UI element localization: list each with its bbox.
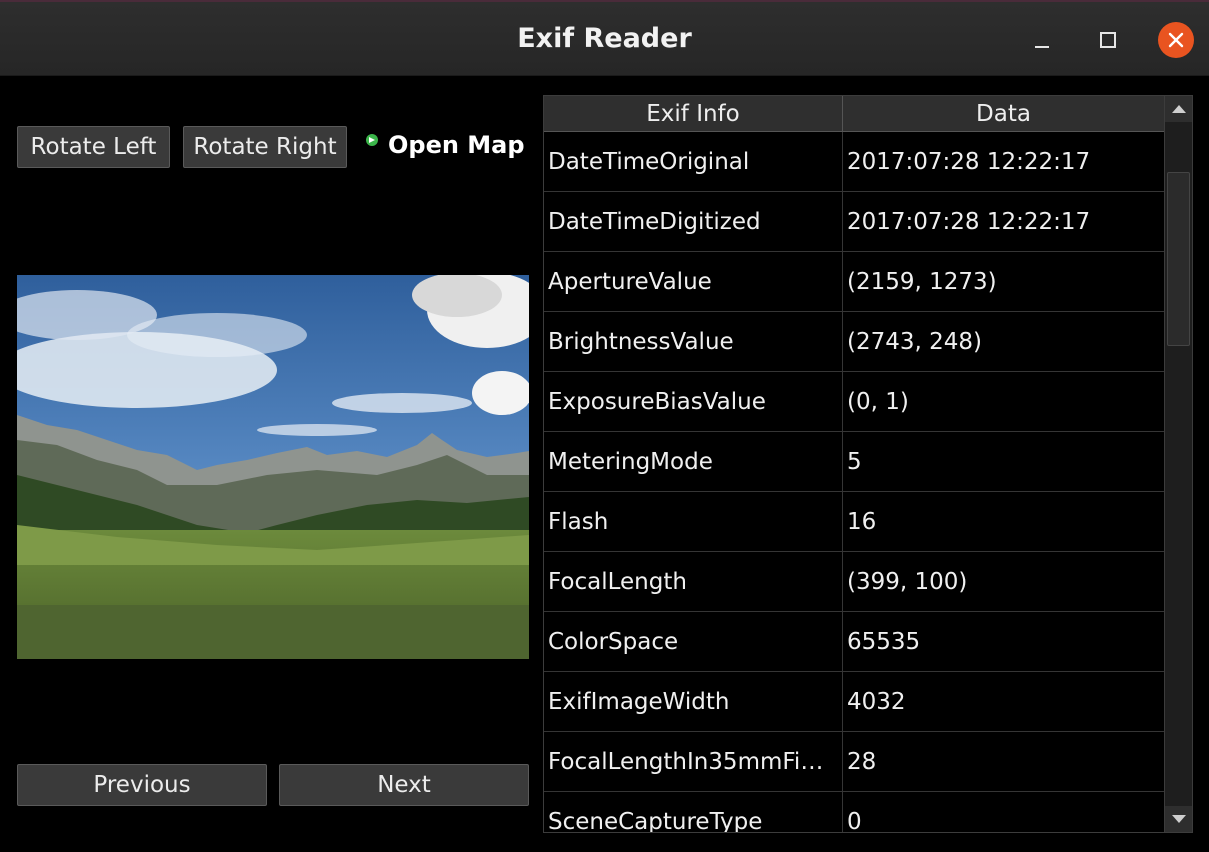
close-icon [1168,32,1184,48]
exif-key-cell: ExposureBiasValue [544,372,843,431]
table-body: DateTimeOriginal 2017:07:28 12:22:17 Dat… [544,132,1164,833]
exif-value-cell: 2017:07:28 12:22:17 [847,208,1091,235]
rotate-left-button[interactable]: Rotate Left [17,126,170,168]
table-row[interactable]: BrightnessValue (2743, 248) [544,312,1164,372]
exif-key-cell: SceneCaptureType [544,792,843,832]
exif-table[interactable]: Exif Info Data DateTimeOriginal 2017:07:… [543,95,1193,833]
exif-value-cell: (2743, 248) [847,328,983,355]
photo-preview [17,275,529,659]
exif-value-cell: 2017:07:28 12:22:17 [847,148,1091,175]
exif-key-cell: FocalLengthIn35mmFi… [544,732,843,791]
close-button[interactable] [1158,22,1194,58]
table-row[interactable]: FocalLengthIn35mmFi… 28 [544,732,1164,792]
scrollbar-thumb[interactable] [1167,172,1190,346]
maximize-button[interactable] [1090,22,1126,58]
scroll-up-button[interactable] [1165,96,1192,122]
exif-key-cell: DateTimeDigitized [544,192,843,251]
exif-value-cell: 5 [847,448,862,475]
scroll-down-button[interactable] [1165,806,1192,832]
exif-key-cell: FocalLength [544,552,843,611]
exif-value-cell: 16 [847,508,877,535]
exif-key-cell: ColorSpace [544,612,843,671]
table-row[interactable]: MeteringMode 5 [544,432,1164,492]
exif-key-cell: MeteringMode [544,432,843,491]
exif-value-cell: 65535 [847,628,921,655]
exif-key-cell: ApertureValue [544,252,843,311]
exif-value-cell: 28 [847,748,877,775]
exif-key-cell: ExifImageWidth [544,672,843,731]
table-row[interactable]: ApertureValue (2159, 1273) [544,252,1164,312]
title-bar: Exif Reader [0,0,1209,76]
table-row[interactable]: FocalLength (399, 100) [544,552,1164,612]
table-header: Exif Info Data [544,96,1164,132]
exif-key-cell: BrightnessValue [544,312,843,371]
exif-value-cell: (399, 100) [847,568,968,595]
exif-value-cell: 0 [847,808,862,833]
arrow-up-icon [1171,105,1186,113]
table-row[interactable]: DateTimeDigitized 2017:07:28 12:22:17 [544,192,1164,252]
exif-reader-window: Exif Reader Rotate Left Rotate Right Ope… [0,0,1209,852]
minimize-button[interactable] [1024,22,1060,58]
exif-key-cell: DateTimeOriginal [544,132,843,191]
previous-button[interactable]: Previous [17,764,267,806]
column-header-data[interactable]: Data [843,96,1164,131]
exif-value-cell: (2159, 1273) [847,268,997,295]
minimize-icon [1035,46,1049,48]
table-row[interactable]: ExifImageWidth 4032 [544,672,1164,732]
maximize-icon [1100,32,1116,48]
next-button[interactable]: Next [279,764,529,806]
table-row[interactable]: ColorSpace 65535 [544,612,1164,672]
exif-value-cell: (0, 1) [847,388,909,415]
table-row[interactable]: Flash 16 [544,492,1164,552]
arrow-down-icon [1171,815,1186,823]
exif-key-cell: Flash [544,492,843,551]
vertical-scrollbar[interactable] [1164,96,1192,832]
open-map-label: Open Map [388,131,525,159]
landscape-photo [17,275,529,659]
table-row[interactable]: SceneCaptureType 0 [544,792,1164,833]
rotate-right-button[interactable]: Rotate Right [183,126,347,168]
arrow-right-icon [366,134,378,146]
table-row[interactable]: ExposureBiasValue (0, 1) [544,372,1164,432]
open-map-link[interactable]: Open Map [366,131,525,159]
exif-value-cell: 4032 [847,688,906,715]
column-header-exif-info[interactable]: Exif Info [544,96,843,131]
table-row[interactable]: DateTimeOriginal 2017:07:28 12:22:17 [544,132,1164,192]
